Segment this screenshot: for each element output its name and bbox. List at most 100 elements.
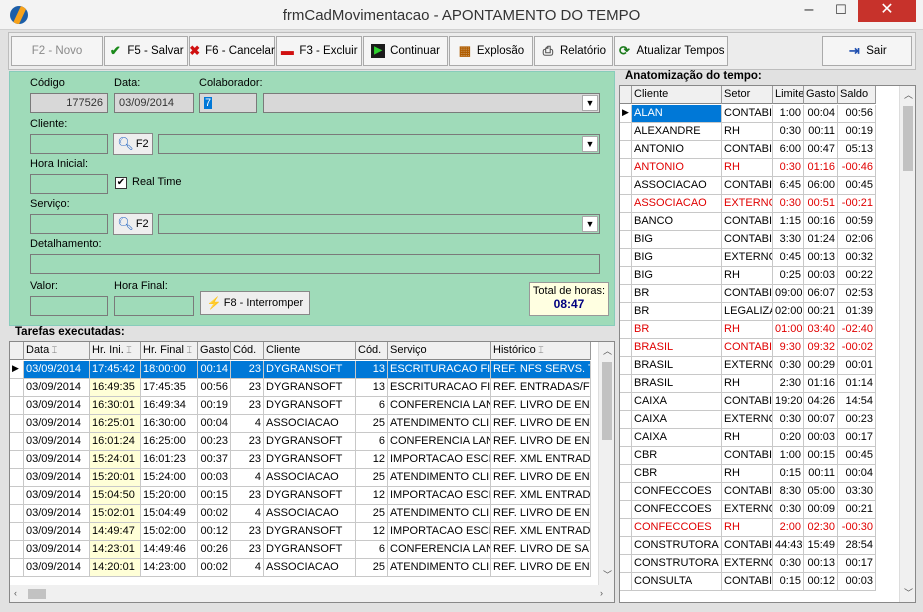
list-item[interactable]: CBR CONTABI 1:00 00:15 00:45 [620,447,876,465]
list-item[interactable]: CONSULTA CONTABI 0:15 00:12 00:03 [620,573,876,591]
tarefas-vscroll[interactable]: ︿ ﹀ [598,342,614,585]
relatorio-button[interactable]: ⎙ Relatório [534,36,613,66]
table-row[interactable]: 03/09/2014 15:20:01 15:24:00 00:03 4 ASSOCIAC… [10,469,591,487]
explosao-button[interactable]: ▦ Explosão [449,36,533,66]
table-row[interactable]: 03/09/2014 14:49:47 15:02:00 00:12 23 DYGRANS… [10,523,591,541]
minimize-button[interactable]: – [794,0,824,22]
list-item[interactable]: BANCO CONTABI 1:15 00:16 00:59 [620,213,876,231]
scroll-up-icon[interactable]: ︿ [904,88,913,101]
chevron-down-icon[interactable]: ▼ [582,136,598,152]
list-item[interactable]: ASSOCIACAO CONTABI 6:45 06:00 00:45 [620,177,876,195]
sort-icon[interactable]: ⌶ [184,345,191,355]
list-item[interactable]: CAIXA RH 0:20 00:03 00:17 [620,429,876,447]
hora-inicial-field[interactable] [30,174,108,194]
list-item[interactable]: CONFECCOES EXTERNO 0:30 00:09 00:21 [620,501,876,519]
list-item[interactable]: BIG EXTERNO 0:45 00:13 00:32 [620,249,876,267]
list-item[interactable]: CBR RH 0:15 00:11 00:04 [620,465,876,483]
atualizar-button[interactable]: ⟳ Atualizar Tempos [614,36,728,66]
list-item[interactable]: ANTONIO RH 0:30 01:16 -00:46 [620,159,876,177]
list-item[interactable]: BR RH 01:00 03:40 -02:40 [620,321,876,339]
table-row[interactable]: 03/09/2014 16:49:35 17:45:35 00:56 23 DYGRANS… [10,379,591,397]
anatomia-col-header[interactable]: Gasto [804,86,838,104]
scroll-thumb[interactable] [602,362,612,440]
list-item[interactable]: CAIXA CONTABI 19:20 04:26 14:54 [620,393,876,411]
sort-icon[interactable]: ⌶ [536,345,543,355]
tarefas-col-header[interactable]: Hr. Final ⌶ [141,342,198,360]
maximize-button[interactable]: ☐ [826,0,856,22]
table-row[interactable]: 03/09/2014 16:25:01 16:30:00 00:04 4 ASSOCIAC… [10,415,591,433]
list-item[interactable]: BRASIL EXTERNO 0:30 00:29 00:01 [620,357,876,375]
list-item[interactable]: ALEXANDRE RH 0:30 00:11 00:19 [620,123,876,141]
table-row[interactable]: 03/09/2014 14:20:01 14:23:00 00:02 4 ASSOCIAC… [10,559,591,577]
salvar-button[interactable]: ✔ F5 - Salvar [104,36,188,66]
scroll-up-icon[interactable]: ︿ [603,344,612,357]
list-item[interactable]: BIG CONTABI 3:30 01:24 02:06 [620,231,876,249]
list-item[interactable]: CONSTRUTORA CONTABI 44:43 15:49 28:54 [620,537,876,555]
list-item[interactable]: ASSOCIACAO EXTERNO 0:30 00:51 -00:21 [620,195,876,213]
anatomia-col-header[interactable]: Limite [773,86,804,104]
chevron-down-icon[interactable]: ▼ [582,95,598,111]
table-row[interactable]: 03/09/2014 16:30:01 16:49:34 00:19 23 DYGRANS… [10,397,591,415]
list-item[interactable]: CAIXA EXTERNO 0:30 00:07 00:23 [620,411,876,429]
detalhamento-field[interactable] [30,254,600,274]
tarefas-col-header[interactable]: Serviço [388,342,491,360]
sort-icon[interactable]: ⌶ [49,345,57,355]
anatomia-col-header[interactable]: Setor [722,86,773,104]
list-item[interactable]: CONSTRUTORA EXTERNO 0:30 00:13 00:17 [620,555,876,573]
tarefas-col-header[interactable]: Histórico ⌶ [491,342,591,360]
excluir-button[interactable]: ▬ F3 - Excluir [276,36,362,66]
scroll-left-icon[interactable]: ‹ [14,588,17,598]
anatomia-vscroll[interactable]: ︿ ﹀ [899,86,915,602]
sair-button[interactable]: ⇥ Sair [822,36,912,66]
list-item[interactable]: ANTONIO CONTABI 6:00 00:47 05:13 [620,141,876,159]
table-row[interactable]: 03/09/2014 15:02:01 15:04:49 00:02 4 ASSOCIAC… [10,505,591,523]
list-item[interactable]: ▶ ALAN CONTABI 1:00 00:04 00:56 [620,105,876,123]
servico-combo[interactable]: ▼ [158,214,600,234]
scroll-thumb[interactable] [903,106,913,171]
scroll-down-icon[interactable]: ﹀ [603,568,612,581]
colaborador-combo[interactable]: ▼ [263,93,600,113]
list-item[interactable]: BIG RH 0:25 00:03 00:22 [620,267,876,285]
list-item[interactable]: BRASIL CONTABI 9:30 09:32 -00:02 [620,339,876,357]
interromper-button[interactable]: ⚡ F8 - Interromper [200,291,310,315]
continuar-button[interactable]: ▶ Continuar [363,36,448,66]
tarefas-col-header[interactable]: Data ⌶ [24,342,90,360]
servico-code-field[interactable] [30,214,108,234]
novo-button[interactable]: F2 - Novo [11,36,103,66]
tarefas-col-header[interactable]: Cód. [231,342,264,360]
table-row[interactable]: 03/09/2014 14:23:01 14:49:46 00:26 23 DYGRANS… [10,541,591,559]
table-row[interactable]: 03/09/2014 15:04:50 15:20:00 00:15 23 DYGRANS… [10,487,591,505]
cliente-search-button[interactable]: 🔍︎ F2 [113,133,153,155]
scroll-down-icon[interactable]: ﹀ [904,586,913,599]
list-item[interactable]: BR CONTABI 09:00 06:07 02:53 [620,285,876,303]
colaborador-code-field[interactable]: 7 [199,93,257,113]
cancelar-button[interactable]: ✖ F6 - Cancelar [189,36,275,66]
chevron-down-icon[interactable]: ▼ [582,216,598,232]
servico-search-button[interactable]: 🔍︎ F2 [113,213,153,235]
close-button[interactable]: ✕ [858,0,916,22]
anatomia-col-header[interactable]: Cliente [632,86,722,104]
tarefas-col-header[interactable]: Cód. [356,342,388,360]
hora-final-field[interactable] [114,296,194,316]
list-item[interactable]: BR LEGALIZA 02:00 00:21 01:39 [620,303,876,321]
list-item[interactable]: CONFECCOES RH 2:00 02:30 -00:30 [620,519,876,537]
data-field[interactable]: 03/09/2014 [114,93,194,113]
tarefas-col-header[interactable]: Cliente [264,342,356,360]
table-row[interactable]: ▶ 03/09/2014 17:45:42 18:00:00 00:14 23 DYGRAN… [10,361,591,379]
tarefas-col-header[interactable]: Hr. Ini. ⌶ [90,342,141,360]
sort-icon[interactable]: ⌶ [124,345,131,355]
table-row[interactable]: 03/09/2014 16:01:24 16:25:00 00:23 23 DYGRANS… [10,433,591,451]
list-item[interactable]: BRASIL RH 2:30 01:16 01:14 [620,375,876,393]
table-row[interactable]: 03/09/2014 15:24:01 16:01:23 00:37 23 DYGRANS… [10,451,591,469]
tarefas-hscroll[interactable]: ‹ › [10,585,614,602]
tarefas-col-header[interactable]: Gasto [198,342,231,360]
cliente-code-field[interactable] [30,134,108,154]
table-cell: 00:56 [838,105,876,123]
hscroll-thumb[interactable] [28,589,46,599]
cliente-combo[interactable]: ▼ [158,134,600,154]
scroll-right-icon[interactable]: › [600,588,603,598]
valor-field[interactable] [30,296,108,316]
anatomia-col-header[interactable]: Saldo [838,86,876,104]
list-item[interactable]: CONFECCOES CONTABI 8:30 05:00 03:30 [620,483,876,501]
real-time-checkbox[interactable]: ✔ [115,177,127,189]
